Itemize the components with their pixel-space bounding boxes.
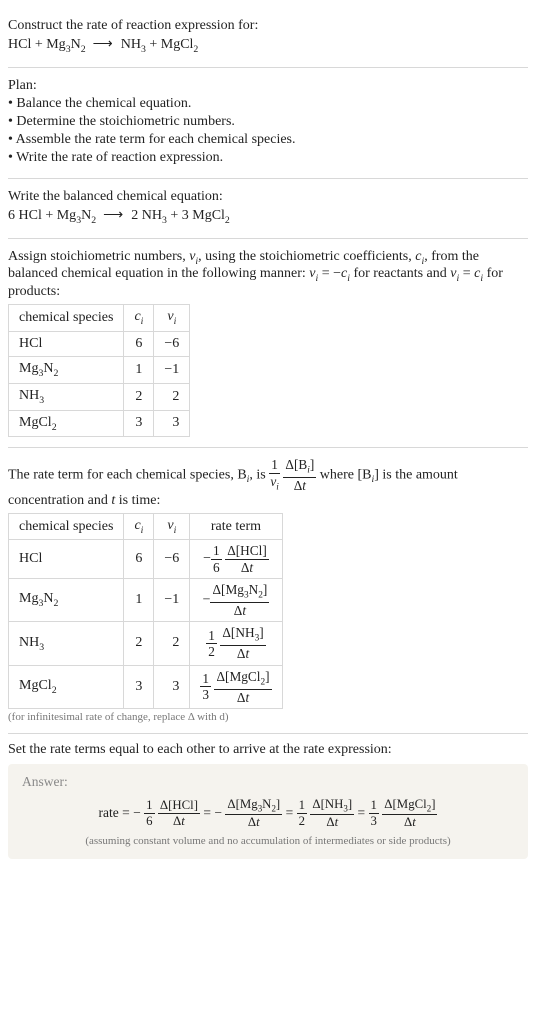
table-header: ci [124,305,154,332]
problem-section: Construct the rate of reaction expressio… [8,8,528,68]
c-cell: 3 [124,665,154,708]
c-cell: 6 [124,540,154,579]
table-row: Mg3N2 1 −1 [9,356,190,383]
table-header: νi [154,305,190,332]
species-cell: HCl [9,331,124,356]
nu-cell: −6 [154,540,190,579]
rate-term-cell: −16 Δ[HCl]Δt [190,540,282,579]
rate-term-intro: The rate term for each chemical species,… [8,458,528,508]
problem-title: Construct the rate of reaction expressio… [8,18,528,34]
nu-cell: −6 [154,331,190,356]
rate-term-note: (for infinitesimal rate of change, repla… [8,711,528,723]
table-row: NH3 2 2 [9,383,190,410]
table-row: MgCl2 3 3 [9,410,190,437]
table-row: HCl 6 −6 [9,331,190,356]
nu-cell: 3 [154,665,190,708]
problem-equation: HCl + Mg3N2 ⟶ NH3 + MgCl2 [8,36,528,55]
table-header: chemical species [9,513,124,540]
answer-label: Answer: [22,774,514,790]
species-cell: Mg3N2 [9,356,124,383]
final-section: Set the rate terms equal to each other t… [8,742,528,859]
balanced-section: Write the balanced chemical equation: 6 … [8,179,528,239]
stoich-table: chemical species ci νi HCl 6 −6 Mg3N2 1 … [8,304,190,437]
table-header: chemical species [9,305,124,332]
balanced-heading: Write the balanced chemical equation: [8,189,528,205]
table-header: ci [124,513,154,540]
balanced-equation: 6 HCl + Mg3N2 ⟶ 2 NH3 + 3 MgCl2 [8,207,528,226]
c-cell: 6 [124,331,154,356]
stoich-intro: Assign stoichiometric numbers, νi, using… [8,249,528,301]
species-cell: NH3 [9,622,124,665]
table-row: HCl 6 −6 −16 Δ[HCl]Δt [9,540,283,579]
rate-term-cell: 12 Δ[NH3]Δt [190,622,282,665]
plan-item: • Assemble the rate term for each chemic… [8,132,528,148]
species-cell: Mg3N2 [9,579,124,622]
species-cell: MgCl2 [9,410,124,437]
plan-item: • Balance the chemical equation. [8,96,528,112]
nu-cell: 2 [154,383,190,410]
rate-prefix: rate = [99,805,130,820]
rate-term-section: The rate term for each chemical species,… [8,448,528,733]
table-header: νi [154,513,190,540]
table-row: MgCl2 3 3 13 Δ[MgCl2]Δt [9,665,283,708]
plan-heading: Plan: [8,78,528,94]
species-cell: NH3 [9,383,124,410]
answer-box: Answer: rate = − 16 Δ[HCl]Δt = − Δ[Mg3N2… [8,764,528,859]
answer-assumptions: (assuming constant volume and no accumul… [22,835,514,847]
rate-term-cell: −Δ[Mg3N2]Δt [190,579,282,622]
table-row: Mg3N2 1 −1 −Δ[Mg3N2]Δt [9,579,283,622]
plan-item: • Determine the stoichiometric numbers. [8,114,528,130]
answer-equation: rate = − 16 Δ[HCl]Δt = − Δ[Mg3N2]Δt = 12… [22,798,514,829]
plan-item: • Write the rate of reaction expression. [8,150,528,166]
nu-cell: −1 [154,356,190,383]
rate-term-cell: 13 Δ[MgCl2]Δt [190,665,282,708]
c-cell: 2 [124,383,154,410]
plan-section: Plan: • Balance the chemical equation. •… [8,68,528,179]
c-cell: 2 [124,622,154,665]
nu-cell: −1 [154,579,190,622]
rate-term-table: chemical species ci νi rate term HCl 6 −… [8,513,283,709]
c-cell: 1 [124,356,154,383]
nu-cell: 2 [154,622,190,665]
species-cell: MgCl2 [9,665,124,708]
c-cell: 3 [124,410,154,437]
stoich-section: Assign stoichiometric numbers, νi, using… [8,239,528,449]
final-heading: Set the rate terms equal to each other t… [8,742,528,758]
c-cell: 1 [124,579,154,622]
nu-cell: 3 [154,410,190,437]
table-header: rate term [190,513,282,540]
table-row: NH3 2 2 12 Δ[NH3]Δt [9,622,283,665]
species-cell: HCl [9,540,124,579]
